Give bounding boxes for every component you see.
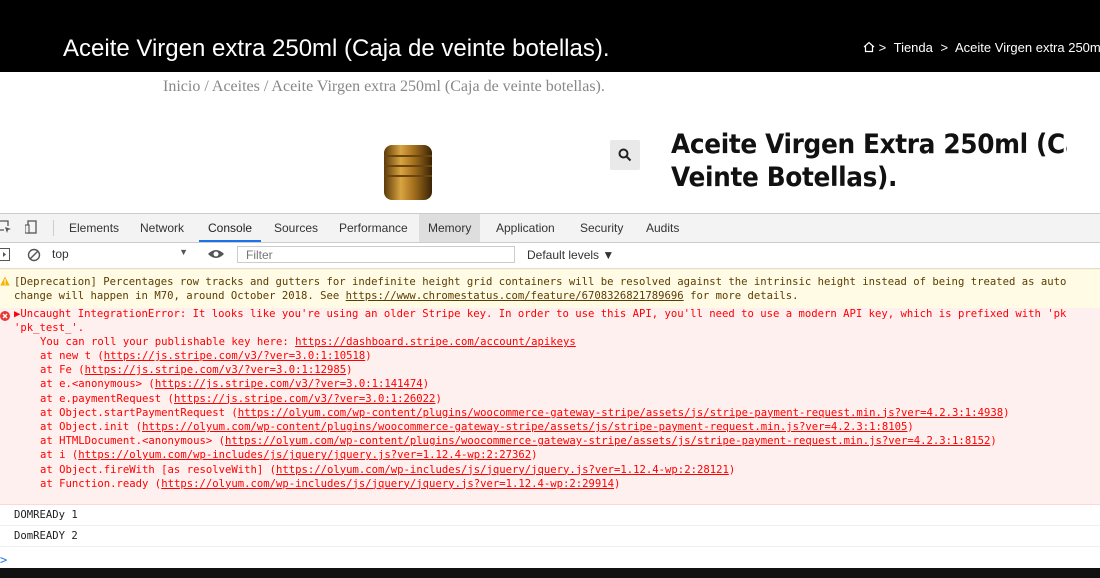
context-value: top bbox=[52, 247, 69, 261]
stack-function: at Object.init ( bbox=[40, 421, 143, 433]
search-icon bbox=[618, 148, 632, 162]
stack-close: ) bbox=[728, 463, 736, 476]
stack-close: ) bbox=[435, 392, 442, 405]
stack-close: ) bbox=[1003, 406, 1010, 419]
error-message[interactable]: ▶Uncaught IntegrationError: It looks lik… bbox=[14, 308, 1066, 320]
breadcrumb-separator: > bbox=[878, 40, 887, 55]
tab-network[interactable]: Network bbox=[131, 214, 193, 242]
clear-console-icon[interactable] bbox=[27, 248, 41, 262]
home-icon[interactable] bbox=[863, 41, 875, 53]
devtools-panel: Elements Network Console Sources Perform… bbox=[0, 213, 1100, 569]
console-sidebar-icon[interactable] bbox=[0, 248, 11, 262]
stack-frame: at i (https://olyum.com/wp-includes/js/j… bbox=[40, 449, 538, 461]
log-text: DOMREADy 1 bbox=[14, 509, 78, 521]
device-toolbar-icon[interactable] bbox=[25, 220, 39, 234]
log-levels-dropdown[interactable]: Default levels ▼ bbox=[527, 248, 614, 262]
stack-frame: at Object.init (https://olyum.com/wp-con… bbox=[40, 421, 914, 433]
toolbar-divider bbox=[53, 220, 54, 236]
chevron-down-icon: ▼ bbox=[179, 247, 188, 257]
stack-function: at e.paymentRequest ( bbox=[40, 392, 174, 405]
stack-link[interactable]: https://olyum.com/wp-content/plugins/woo… bbox=[225, 435, 990, 447]
devtools-tabbar: Elements Network Console Sources Perform… bbox=[0, 214, 1100, 243]
stack-frame: at Object.startPaymentRequest (https://o… bbox=[40, 407, 1009, 419]
stack-frame: at e.paymentRequest (https://js.stripe.c… bbox=[40, 393, 442, 405]
error-icon bbox=[0, 311, 10, 321]
product-title: Aceite Virgen Extra 250ml (Caja Veinte B… bbox=[671, 128, 1067, 194]
stack-frame: at new t (https://js.stripe.com/v3/?ver=… bbox=[40, 350, 372, 362]
stack-frame: at Object.fireWith [as resolveWith] (htt… bbox=[40, 464, 735, 476]
stack-close: ) bbox=[614, 477, 621, 490]
product-title-line: Aceite Virgen Extra 250ml (Caja bbox=[671, 129, 1067, 160]
stack-close: ) bbox=[422, 378, 430, 391]
stack-close: ) bbox=[531, 449, 538, 462]
stack-close: ) bbox=[907, 421, 914, 433]
console-toolbar: top ▼ Default levels ▼ bbox=[0, 243, 1100, 269]
stack-frame: at Fe (https://js.stripe.com/v3/?ver=3.0… bbox=[40, 364, 353, 376]
shop-breadcrumb[interactable]: Inicio / Aceites / Aceite Virgen extra 2… bbox=[163, 78, 605, 96]
warning-text: [Deprecation] Percentages row tracks and… bbox=[14, 276, 1067, 288]
stack-link[interactable]: https://olyum.com/wp-includes/js/jquery/… bbox=[276, 464, 729, 476]
inspect-element-icon[interactable] bbox=[0, 220, 12, 234]
breadcrumb-separator: > bbox=[940, 40, 949, 55]
stack-frame: at Function.ready (https://olyum.com/wp-… bbox=[40, 478, 620, 490]
stack-frame: at e.<anonymous> (https://js.stripe.com/… bbox=[40, 378, 429, 390]
stack-link[interactable]: https://js.stripe.com/v3/?ver=3.0:1:2602… bbox=[174, 393, 436, 405]
tab-elements[interactable]: Elements bbox=[60, 214, 128, 242]
stack-function: at Function.ready ( bbox=[40, 477, 162, 490]
error-message: 'pk_test_'. bbox=[14, 322, 85, 334]
error-text-fragment: You can roll your publishable key here: bbox=[40, 336, 296, 348]
tab-memory[interactable]: Memory bbox=[419, 214, 481, 242]
stack-function: at Object.startPaymentRequest ( bbox=[40, 406, 238, 419]
stack-function: at i ( bbox=[40, 449, 79, 462]
tab-console[interactable]: Console bbox=[199, 214, 262, 242]
header-breadcrumb: > Tienda > Aceite Virgen extra 250m bbox=[863, 40, 1100, 55]
stack-function: at e.<anonymous> ( bbox=[40, 378, 155, 391]
product-image[interactable] bbox=[378, 145, 438, 200]
console-warning: [Deprecation] Percentages row tracks and… bbox=[0, 269, 1100, 309]
warning-text: change will happen in M70, around Octobe… bbox=[14, 290, 799, 302]
stack-link[interactable]: https://olyum.com/wp-content/plugins/woo… bbox=[238, 407, 1003, 419]
error-link[interactable]: https://dashboard.stripe.com/account/api… bbox=[295, 336, 576, 348]
warning-link[interactable]: https://www.chromestatus.com/feature/670… bbox=[346, 290, 684, 302]
console-error: ▶Uncaught IntegrationError: It looks lik… bbox=[0, 308, 1100, 505]
stack-link[interactable]: https://olyum.com/wp-content/plugins/woo… bbox=[142, 421, 907, 433]
warning-text-fragment: for more details. bbox=[683, 290, 799, 302]
stack-close: ) bbox=[346, 364, 353, 377]
search-button[interactable] bbox=[610, 140, 640, 170]
warning-text-fragment: change will happen in M70, around Octobe… bbox=[14, 290, 346, 302]
breadcrumb-link-tienda[interactable]: Tienda bbox=[894, 40, 933, 55]
stack-function: at new t ( bbox=[40, 350, 104, 362]
tab-audits[interactable]: Audits bbox=[637, 214, 688, 242]
stack-link[interactable]: https://js.stripe.com/v3/?ver=3.0:1:1051… bbox=[104, 350, 366, 362]
log-text: DomREADY 2 bbox=[14, 530, 78, 542]
tab-performance[interactable]: Performance bbox=[330, 214, 417, 242]
error-message: You can roll your publishable key here: … bbox=[40, 336, 576, 348]
page-title: Aceite Virgen extra 250ml (Caja de veint… bbox=[63, 35, 610, 62]
tab-security[interactable]: Security bbox=[571, 214, 632, 242]
stack-frame: at HTMLDocument.<anonymous> (https://oly… bbox=[40, 435, 997, 447]
stack-function: at Object.fireWith [as resolveWith] ( bbox=[40, 463, 276, 476]
context-selector[interactable]: top ▼ bbox=[52, 247, 192, 263]
site-header: Aceite Virgen extra 250ml (Caja de veint… bbox=[0, 0, 1100, 72]
console-filter-input[interactable] bbox=[237, 246, 515, 263]
stack-link[interactable]: https://js.stripe.com/v3/?ver=3.0:1:1298… bbox=[85, 364, 347, 376]
page-bottom-strip bbox=[0, 568, 1100, 578]
stack-link[interactable]: https://olyum.com/wp-includes/js/jquery/… bbox=[78, 449, 531, 461]
tab-application[interactable]: Application bbox=[487, 214, 564, 242]
console-log: DomREADY 2 bbox=[0, 525, 1100, 547]
stack-close: ) bbox=[365, 350, 372, 362]
stack-link[interactable]: https://olyum.com/wp-includes/js/jquery/… bbox=[161, 478, 614, 490]
stack-function: at Fe ( bbox=[40, 364, 85, 377]
stack-close: ) bbox=[990, 435, 997, 448]
warning-icon bbox=[0, 276, 10, 286]
console-log: DOMREADy 1 bbox=[0, 504, 1100, 526]
tab-sources[interactable]: Sources bbox=[265, 214, 327, 242]
stack-link[interactable]: https://js.stripe.com/v3/?ver=3.0:1:1414… bbox=[155, 378, 423, 390]
breadcrumb-current: Aceite Virgen extra 250m bbox=[955, 40, 1100, 55]
product-title-line: Veinte Botellas). bbox=[671, 162, 898, 193]
live-expression-eye-icon[interactable] bbox=[207, 248, 225, 260]
console-prompt[interactable]: > bbox=[0, 553, 7, 567]
stack-function: at HTMLDocument.<anonymous> ( bbox=[40, 435, 225, 448]
